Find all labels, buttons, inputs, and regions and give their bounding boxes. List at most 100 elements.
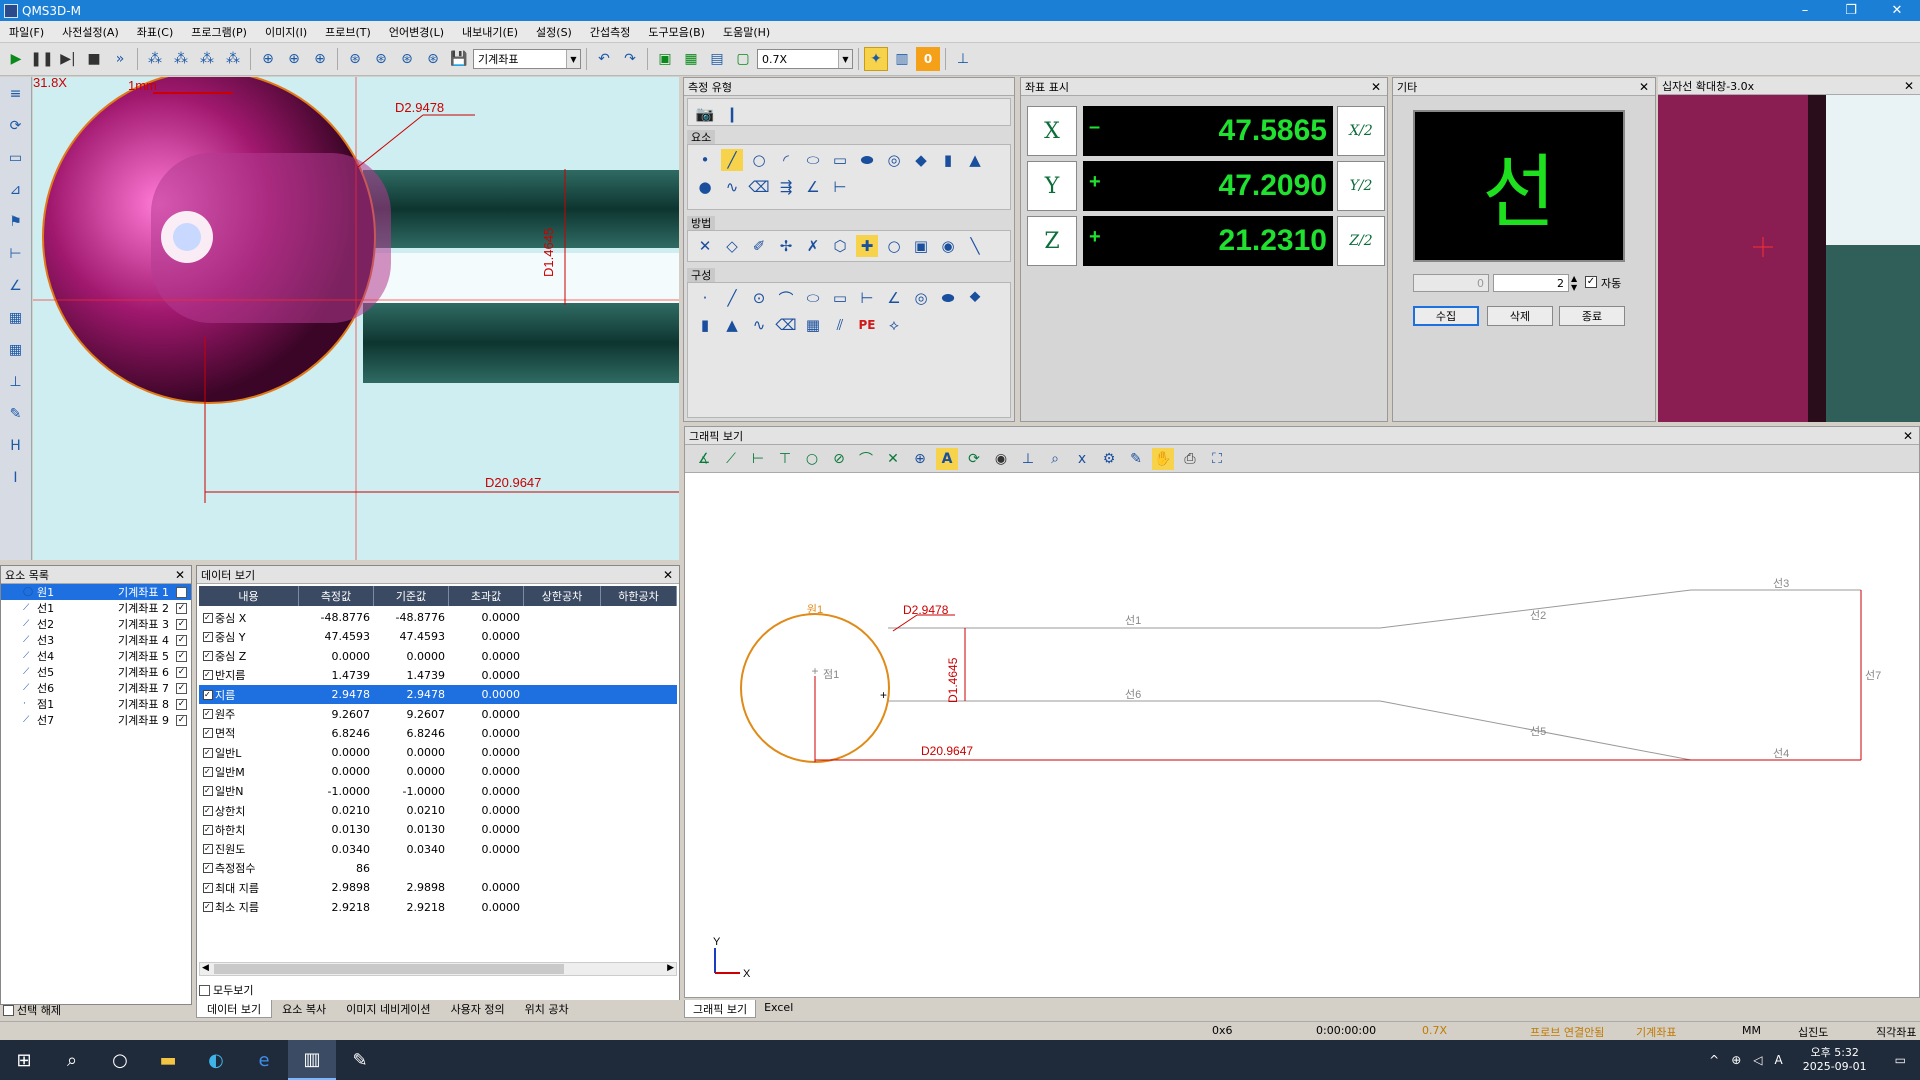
point-tool-icon[interactable]: ⁂ [143,47,167,71]
line-icon[interactable]: ╱ [721,149,743,171]
close-icon[interactable]: ✕ [175,568,185,582]
element-checkbox[interactable]: ✓ [176,586,187,598]
undo-icon[interactable]: ↶ [592,47,616,71]
search-icon[interactable]: ⌕ [48,1040,96,1080]
list-item[interactable]: ⟋ 선4 기계좌표 5 ✓ [1,648,191,664]
ellipse-icon[interactable]: ⬭ [802,149,824,171]
list-item[interactable]: · 점1 기계좌표 8 ✓ [1,696,191,712]
point-x-icon[interactable]: ⁂ [169,47,193,71]
row-checkbox[interactable]: ✓ [203,902,213,912]
row-checkbox[interactable]: ✓ [203,805,213,816]
menu-coord[interactable]: 좌표(C) [128,24,183,40]
edge-icon[interactable]: ⊿ [4,177,28,203]
table-row[interactable]: ✓ 최소 지름 2.9218 2.9218 0.0000 [199,898,677,917]
c-pitch-icon[interactable]: ⫽ [829,314,851,336]
target-icon[interactable]: ◉ [937,235,959,257]
table-row[interactable]: ✓ 반지름 1.4739 1.4739 0.0000 [199,666,677,685]
half-x-button[interactable]: X/2 [1337,106,1385,156]
g-zoom-fit-icon[interactable]: ⊕ [909,448,931,470]
report-icon[interactable]: ▣ [653,47,677,71]
element-checkbox[interactable]: ✓ [176,634,187,646]
i-measure-icon[interactable]: Ⅰ [4,465,28,491]
rectangle-icon[interactable]: ▭ [829,149,851,171]
close-icon[interactable]: ✕ [1371,80,1381,94]
menu-program[interactable]: 프로그램(P) [182,24,256,40]
angle-icon[interactable]: ∠ [4,273,28,299]
coord-system-select[interactable]: 기계좌표 ▼ [473,49,581,69]
play-icon[interactable]: ▶ [4,47,28,71]
list-item[interactable]: ⟋ 선6 기계좌표 7 ✓ [1,680,191,696]
column-header[interactable]: 상한공차 [524,586,601,606]
list-item[interactable]: ⟋ 선1 기계좌표 2 ✓ [1,600,191,616]
tab-graphic-view[interactable]: 그래픽 보기 [684,1000,757,1018]
point-y-icon[interactable]: ⁂ [195,47,219,71]
g-curve-icon[interactable]: ⌒ [855,448,877,470]
axis-y-button[interactable]: Y [1027,161,1077,211]
half-y-button[interactable]: Y/2 [1337,161,1385,211]
row-checkbox[interactable]: ✓ [203,612,213,623]
row-checkbox[interactable]: ✓ [203,709,213,719]
element-checkbox[interactable]: ✓ [176,682,187,694]
g-axis-icon[interactable]: ⊥ [1017,448,1039,470]
table-row[interactable]: ✓ 원주 9.2607 9.2607 0.0000 [199,705,677,724]
row-checkbox[interactable]: ✓ [203,882,213,893]
delete-button[interactable]: 삭제 [1487,306,1553,326]
list-item[interactable]: ⟋ 선5 기계좌표 6 ✓ [1,664,191,680]
row-checkbox[interactable]: ✓ [203,670,213,681]
pen-icon[interactable]: ✎ [4,401,28,427]
table-row[interactable]: ✓ 하한치 0.0130 0.0130 0.0000 [199,820,677,839]
network-icon[interactable]: ⊕ [1731,1053,1741,1067]
rotate-icon[interactable]: ⟳ [4,113,28,139]
rect-icon[interactable]: ▭ [4,145,28,171]
panel-icon[interactable]: ▥ [890,47,914,71]
menu-export[interactable]: 내보내기(E) [453,24,527,40]
curve-icon[interactable]: ∿ [721,176,743,198]
point-z-icon[interactable]: ⁂ [221,47,245,71]
menu-settings[interactable]: 설정(S) [527,24,581,40]
fast-forward-icon[interactable]: » [108,47,132,71]
row-checkbox[interactable]: ✓ [203,631,213,642]
element-checkbox[interactable]: ✓ [176,698,187,710]
menu-help[interactable]: 도움말(H) [714,24,779,40]
tab-element-copy[interactable]: 요소 복사 [272,1000,336,1018]
tab-data-view[interactable]: 데이터 보기 [196,1000,273,1018]
circle-method-icon[interactable]: ○ [883,235,905,257]
cylinder-icon[interactable]: ▮ [937,149,959,171]
c-distance-icon[interactable]: ⊢ [856,287,878,309]
stop-icon[interactable]: ■ [82,47,106,71]
point-icon[interactable]: • [694,149,716,171]
table-row[interactable]: ✓ 면적 6.8246 6.8246 0.0000 [199,724,677,743]
hline-icon[interactable]: ⊢ [4,241,28,267]
zoom-select[interactable]: 0.7X ▼ [757,49,853,69]
axis-x-button[interactable]: X [1027,106,1077,156]
c-calc-icon[interactable]: ▦ [802,314,824,336]
g-brush-icon[interactable]: ✎ [1125,448,1147,470]
row-checkbox[interactable]: ✓ [203,863,213,874]
volume-icon[interactable]: ◁ [1753,1053,1762,1067]
g-angle-icon[interactable]: ∡ [693,448,715,470]
table-row[interactable]: ✓ 진원도 0.0340 0.0340 0.0000 [199,840,677,859]
paint-icon[interactable]: ✎ [336,1040,384,1080]
column-header[interactable]: 기준값 [374,586,449,606]
c-plane-icon[interactable]: ⯁ [964,287,986,309]
flag-icon[interactable]: ⚑ [4,209,28,235]
points-field[interactable]: 2 [1493,274,1569,292]
scroll-right-icon[interactable]: ▶ [667,963,674,973]
image-icon[interactable]: ▤ [705,47,729,71]
deselect-checkbox[interactable] [3,1004,14,1016]
tab-position-tolerance[interactable]: 위치 공차 [515,1000,579,1018]
element-checkbox[interactable]: ✓ [176,666,187,678]
notification-icon[interactable]: ▭ [1895,1053,1906,1067]
g-circle-icon[interactable]: ○ [801,448,823,470]
horizontal-scrollbar[interactable]: ◀ ▶ [199,962,677,976]
angle-tool-icon[interactable]: ∠ [802,176,824,198]
start-icon[interactable]: ⊞ [0,1040,48,1080]
g-settings-icon[interactable]: ⚙ [1098,448,1120,470]
g-fit-icon[interactable]: ⛶ [1206,448,1228,470]
close-icon[interactable]: ✕ [1903,429,1913,443]
save-icon[interactable]: 💾 [447,47,471,71]
close-icon[interactable]: ✕ [1904,79,1914,93]
close-button[interactable]: ✕ [1874,0,1920,21]
camera-probe-icon[interactable]: 📷 [694,103,716,125]
pitch-icon[interactable]: ⇶ [775,176,797,198]
